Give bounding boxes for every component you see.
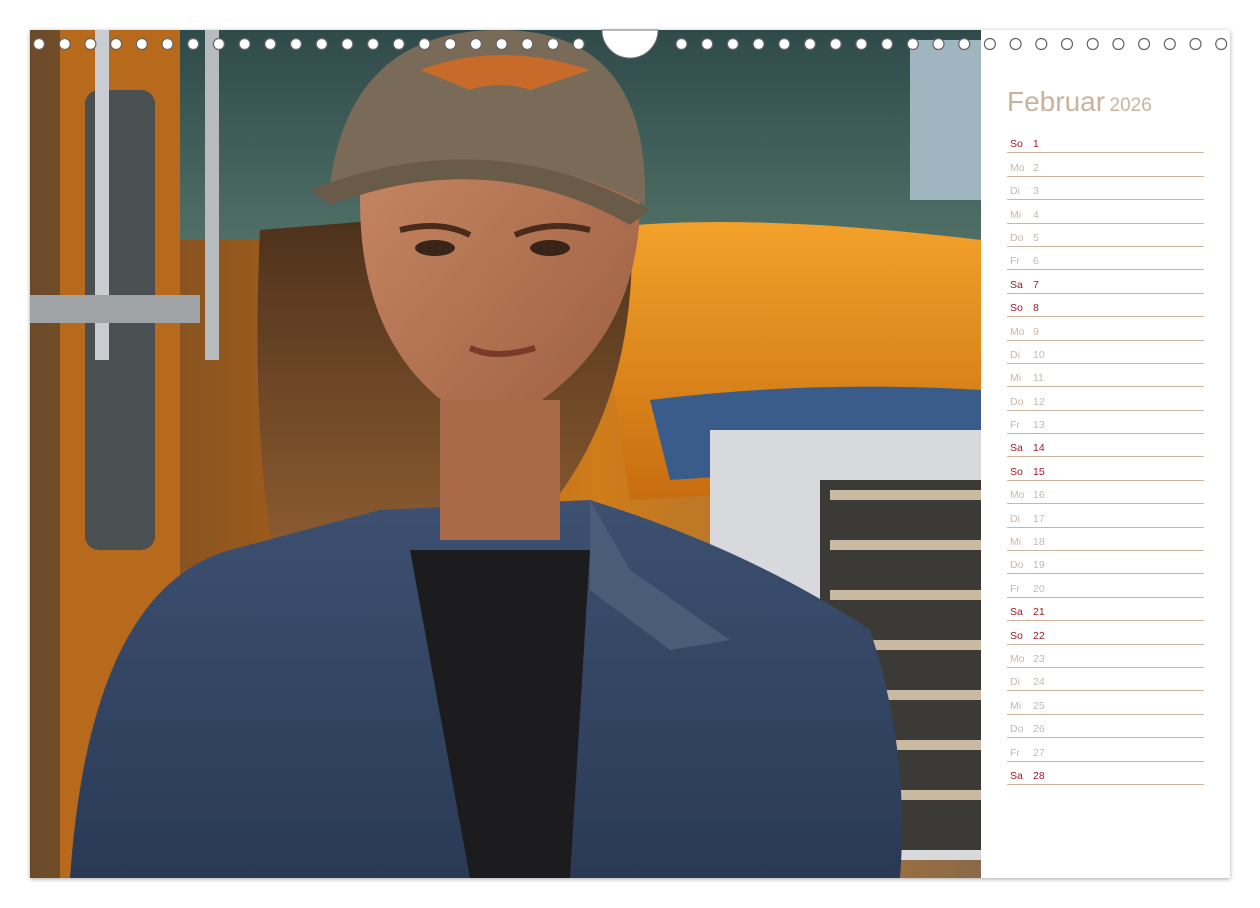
day-row: Di 10 (1007, 341, 1204, 364)
weekday-label: Do (1010, 723, 1024, 736)
weekday-label: Mi (1010, 536, 1022, 549)
calendar-panel: Februar 2026 So 1 Mo 2 Di 3 Mi 4 Do 5 Fr 6 Sa 7 So 8 Mo 9… (981, 30, 1230, 878)
weekday-label: Fr (1010, 746, 1020, 759)
day-row: So 1 (1007, 130, 1204, 154)
weekday-label: Sa (1010, 442, 1023, 455)
day-number: 11 (1033, 372, 1044, 385)
day-number: 15 (1033, 465, 1045, 478)
day-row: Sa 28 (1007, 762, 1204, 785)
day-number: 1 (1033, 138, 1039, 151)
day-row: Fr 6 (1007, 247, 1204, 271)
day-number: 20 (1033, 582, 1045, 595)
weekday-label: Sa (1010, 278, 1023, 291)
day-number: 14 (1033, 442, 1045, 455)
day-number: 2 (1033, 161, 1039, 174)
weekday-label: So (1010, 629, 1023, 642)
day-row: Mi 18 (1007, 528, 1204, 552)
day-row: Do 12 (1007, 387, 1204, 411)
weekday-label: Di (1010, 185, 1020, 198)
weekday-label: Fr (1010, 255, 1020, 268)
weekday-label: Mo (1010, 652, 1025, 665)
day-list: So 1 Mo 2 Di 3 Mi 4 Do 5 Fr 6 Sa 7 So 8 Mo 9 Di 10 Mi 11 Do 12 F… (1007, 130, 1204, 785)
day-row: Di 17 (1007, 504, 1204, 528)
weekday-label: Sa (1010, 769, 1023, 782)
day-number: 18 (1033, 536, 1045, 549)
day-row: So 22 (1007, 621, 1204, 645)
day-row: Mo 9 (1007, 317, 1204, 341)
weekday-label: Sa (1010, 606, 1023, 619)
day-number: 12 (1033, 395, 1045, 408)
day-row: Fr 27 (1007, 738, 1204, 762)
day-number: 5 (1033, 231, 1039, 244)
day-number: 3 (1033, 185, 1039, 198)
day-number: 28 (1033, 769, 1045, 782)
day-row: So 8 (1007, 294, 1204, 318)
day-number: 22 (1033, 629, 1045, 642)
weekday-label: Do (1010, 559, 1024, 572)
day-row: Mo 2 (1007, 153, 1204, 177)
weekday-label: Do (1010, 395, 1024, 408)
portrait-photo (30, 30, 981, 878)
weekday-label: So (1010, 302, 1023, 315)
weekday-label: Di (1010, 676, 1020, 689)
day-number: 25 (1033, 699, 1045, 712)
day-row: Do 5 (1007, 224, 1204, 247)
weekday-label: So (1010, 138, 1023, 151)
year-label: 2026 (1109, 95, 1152, 116)
day-number: 26 (1033, 723, 1045, 736)
weekday-label: Mi (1010, 699, 1022, 712)
day-number: 24 (1033, 676, 1045, 689)
day-number: 17 (1033, 512, 1045, 525)
day-number: 16 (1033, 489, 1045, 502)
day-number: 4 (1033, 208, 1039, 221)
day-number: 13 (1033, 419, 1045, 432)
day-number: 21 (1033, 606, 1045, 619)
day-number: 6 (1033, 255, 1039, 268)
weekday-label: Mo (1010, 325, 1025, 338)
weekday-label: Di (1010, 512, 1020, 525)
weekday-label: So (1010, 465, 1023, 478)
calendar-page: Februar 2026 So 1 Mo 2 Di 3 Mi 4 Do 5 Fr 6 Sa 7 So 8 Mo 9… (30, 30, 1230, 878)
day-row: Do 26 (1007, 715, 1204, 739)
month-name: Februar (1007, 86, 1106, 117)
day-row: Mo 23 (1007, 645, 1204, 668)
day-number: 27 (1033, 746, 1045, 759)
month-title: Februar 2026 (1007, 86, 1152, 118)
day-row: Fr 20 (1007, 574, 1204, 598)
day-row: So 15 (1007, 457, 1204, 481)
day-row: Mi 25 (1007, 691, 1204, 715)
weekday-label: Mi (1010, 372, 1022, 385)
day-row: Sa 7 (1007, 270, 1204, 294)
weekday-label: Mi (1010, 208, 1022, 221)
day-number: 9 (1033, 325, 1039, 338)
day-number: 7 (1033, 278, 1039, 291)
weekday-label: Mo (1010, 161, 1025, 174)
day-row: Do 19 (1007, 551, 1204, 575)
weekday-label: Fr (1010, 419, 1020, 432)
day-row: Di 24 (1007, 668, 1204, 692)
day-row: Fr 13 (1007, 411, 1204, 435)
day-row: Sa 14 (1007, 434, 1204, 458)
weekday-label: Mo (1010, 489, 1025, 502)
day-row: Sa 21 (1007, 598, 1204, 622)
weekday-label: Di (1010, 348, 1020, 361)
day-number: 8 (1033, 302, 1039, 315)
weekday-label: Do (1010, 231, 1024, 244)
day-number: 10 (1033, 348, 1045, 361)
day-row: Mo 16 (1007, 481, 1204, 505)
day-row: Mi 4 (1007, 200, 1204, 224)
photo-illustration (30, 30, 981, 878)
day-number: 23 (1033, 652, 1045, 665)
day-row: Mi 11 (1007, 364, 1204, 388)
day-row: Di 3 (1007, 177, 1204, 201)
day-number: 19 (1033, 559, 1045, 572)
weekday-label: Fr (1010, 582, 1020, 595)
